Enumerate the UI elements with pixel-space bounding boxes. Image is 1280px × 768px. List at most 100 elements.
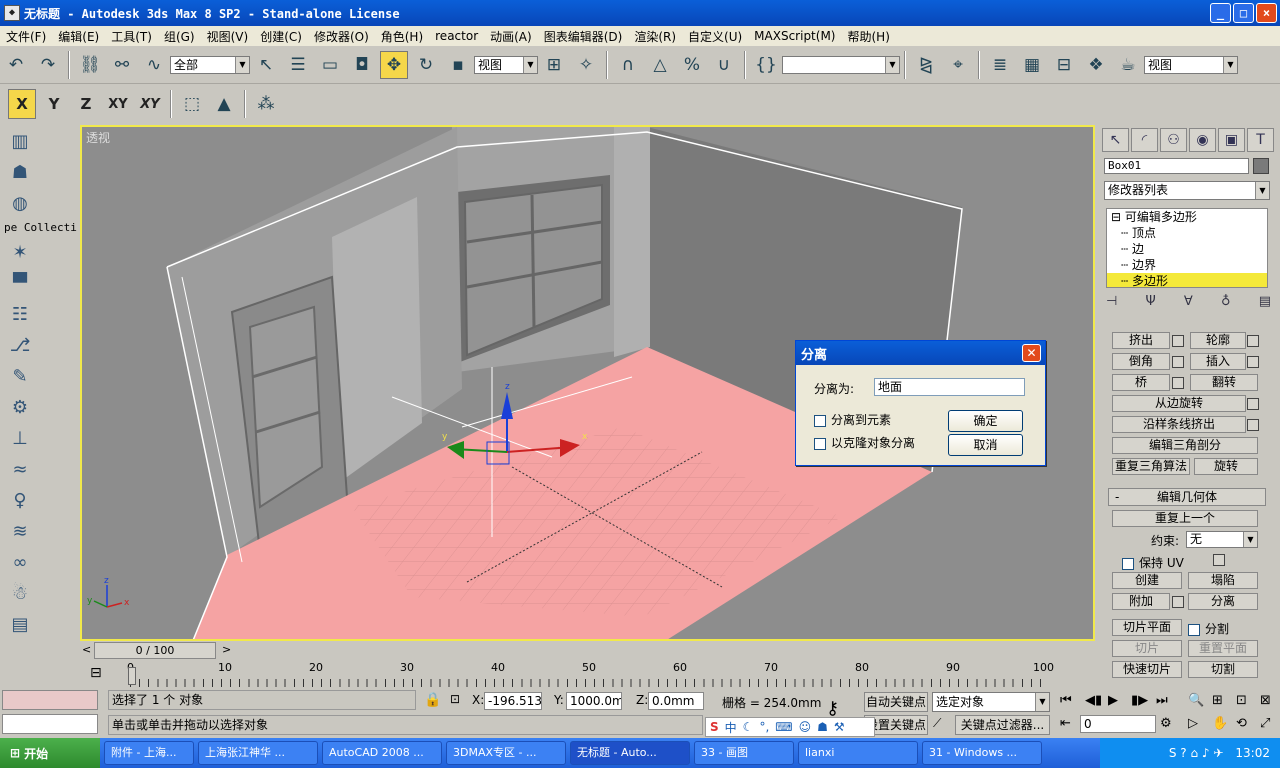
move-icon[interactable]: ✥ (380, 50, 408, 79)
time-marker[interactable] (128, 667, 136, 685)
redo-icon[interactable]: ↷ (34, 51, 62, 79)
figure-icon[interactable]: ♀ (2, 486, 38, 514)
axis-x-button[interactable]: X (8, 89, 36, 119)
reset-plane-button[interactable]: 重置平面 (1188, 640, 1258, 657)
bridge-settings-button[interactable] (1172, 377, 1184, 389)
layers-icon[interactable]: ☷ (2, 300, 38, 328)
box-object-icon[interactable]: ⬚ (178, 90, 206, 118)
cube-stack-icon[interactable]: ▥ (2, 127, 38, 155)
maxscript-listener-white[interactable] (2, 714, 98, 734)
edit-named-selection-icon[interactable]: {} (752, 51, 780, 79)
punctuation-icon[interactable]: °, (759, 720, 769, 734)
menu-create[interactable]: 创建(C) (254, 28, 308, 45)
schematic-view-icon[interactable]: ⊟ (1050, 51, 1078, 79)
create-tab-icon[interactable]: ↖ (1102, 128, 1129, 152)
pan-icon[interactable]: ✋ (1212, 716, 1228, 731)
3ds-max-icon[interactable]: ◆ (4, 5, 20, 21)
layer-manager-icon[interactable]: ≣ (986, 51, 1014, 79)
constraints-combo[interactable]: 无 ▼ (1186, 531, 1258, 548)
render-scene-icon[interactable]: ☕ (1114, 51, 1142, 79)
stack-item-border[interactable]: ┄ 边界 (1107, 257, 1267, 273)
key-mode-icon[interactable]: ⇤ (1060, 716, 1071, 731)
curve-editor-icon[interactable]: ▦ (1018, 51, 1046, 79)
outline-button[interactable]: 轮廓 (1190, 332, 1246, 349)
biped-icon[interactable]: ☃ (2, 579, 38, 607)
prev-frame-icon[interactable]: < (82, 643, 91, 656)
task-paint[interactable]: 33 - 画图 (694, 741, 794, 765)
menu-reactor[interactable]: reactor (429, 29, 484, 43)
task-3dmax-forum[interactable]: 3DMAX专区 - ... (446, 741, 566, 765)
detach-as-clone-checkbox[interactable]: 以克隆对象分离 (814, 434, 915, 451)
selection-filter-combo[interactable]: 全部 ▼ (170, 55, 250, 74)
menu-tools[interactable]: 工具(T) (105, 28, 158, 45)
ime-bar[interactable]: S 中 ☾ °, ⌨ ☺ ☗ ⚒ (705, 717, 875, 737)
repeat-last-button[interactable]: 重复上一个 (1112, 510, 1258, 527)
edit-triangulation-button[interactable]: 编辑三角剖分 (1112, 437, 1258, 454)
task-windows[interactable]: 31 - Windows ... (922, 741, 1042, 765)
time-config-icon[interactable]: ⚙ (1160, 716, 1172, 731)
manipulate-icon[interactable]: ✧ (572, 51, 600, 79)
zoom-extents-all-icon[interactable]: ⊠ (1260, 693, 1271, 708)
axis-xy-button[interactable]: XY (104, 89, 132, 119)
close-button[interactable]: × (1256, 3, 1277, 23)
make-unique-icon[interactable]: ∀ (1184, 294, 1193, 312)
rotate-icon[interactable]: ↻ (412, 51, 440, 79)
select-object-icon[interactable]: ↖ (252, 51, 280, 79)
hinge-from-edge-button[interactable]: 从边旋转 (1112, 395, 1246, 412)
material-editor-icon[interactable]: ❖ (1082, 51, 1110, 79)
preserve-uv-checkbox[interactable]: 保持 UV (1122, 554, 1184, 571)
moon-icon[interactable]: ☾ (743, 720, 754, 734)
current-frame-field[interactable]: 0 (1080, 715, 1156, 733)
extrude-spline-settings-button[interactable] (1247, 419, 1259, 431)
retriangulate-button[interactable]: 重复三角算法 (1112, 458, 1190, 475)
tray-icons[interactable]: S ? ⌂ ♪ ✈ (1169, 746, 1224, 760)
reference-coord-combo[interactable]: 视图 ▼ (474, 55, 538, 74)
ime-logo-icon[interactable]: S (710, 720, 719, 734)
key-filters-button[interactable]: 关键点过滤器... (955, 715, 1050, 735)
flip-button[interactable]: 翻转 (1190, 374, 1258, 391)
menu-animation[interactable]: 动画(A) (484, 28, 538, 45)
named-selection-combo[interactable]: ▼ (782, 55, 900, 74)
y-coord-field[interactable]: 1000.0mm (566, 692, 622, 710)
show-end-result-icon[interactable]: Ψ (1146, 294, 1156, 312)
task-lianxi[interactable]: lianxi (798, 741, 918, 765)
percent-snap-icon[interactable]: % (678, 51, 706, 79)
align-icon[interactable]: ⌖ (944, 51, 972, 79)
zoom-extents-icon[interactable]: ⊡ (1236, 693, 1247, 708)
angle-snap-icon[interactable]: △ (646, 51, 674, 79)
pivot-center-icon[interactable]: ⊞ (540, 51, 568, 79)
shirt-icon[interactable]: ☗ (2, 158, 38, 186)
extrude-button[interactable]: 挤出 (1112, 332, 1170, 349)
select-by-name-icon[interactable]: ☰ (284, 51, 312, 79)
slice-button[interactable]: 切片 (1112, 640, 1182, 657)
axis-z-button[interactable]: Z (72, 89, 100, 119)
user-icon[interactable]: ☺ (799, 720, 812, 734)
trackbar-icon[interactable]: ⊟ (90, 665, 102, 681)
slice-plane-button[interactable]: 切片平面 (1112, 619, 1182, 636)
layout-icon[interactable]: ▀ (2, 269, 38, 297)
render-view-combo[interactable]: 视图 ▼ (1144, 55, 1238, 74)
stack-item-edge[interactable]: ┄ 边 (1107, 241, 1267, 257)
hinge-settings-button[interactable] (1247, 398, 1259, 410)
motion-tab-icon[interactable]: ◉ (1189, 128, 1216, 152)
task-3dsmax[interactable]: 无标题 - Auto... (570, 741, 690, 765)
inset-button[interactable]: 插入 (1190, 353, 1246, 370)
pin-icon[interactable]: ⊥ (2, 424, 38, 452)
z-coord-field[interactable]: 0.0mm (648, 692, 704, 710)
spring-icon[interactable]: ∞ (2, 548, 38, 576)
ime-mode[interactable]: 中 (725, 719, 737, 736)
detach-to-element-checkbox[interactable]: 分离到元素 (814, 411, 891, 428)
unlink-icon[interactable]: ⚯ (108, 51, 136, 79)
remove-modifier-icon[interactable]: ♁ (1221, 294, 1231, 312)
extrude-along-spline-button[interactable]: 沿样条线挤出 (1112, 416, 1246, 433)
dialog-close-button[interactable]: ✕ (1022, 344, 1041, 362)
skin-icon[interactable]: ☗ (817, 720, 828, 734)
attach-settings-button[interactable] (1172, 596, 1184, 608)
maximize-viewport-icon[interactable]: ⤢ (1260, 716, 1270, 731)
menu-rendering[interactable]: 渲染(R) (628, 28, 682, 45)
menu-character[interactable]: 角色(H) (375, 28, 429, 45)
tube-icon[interactable]: ⎇ (2, 331, 38, 359)
frame-display[interactable]: 0 / 100 (94, 642, 216, 659)
auto-key-button[interactable]: 自动关键点 (864, 692, 928, 712)
maxscript-listener-pink[interactable] (2, 690, 98, 710)
